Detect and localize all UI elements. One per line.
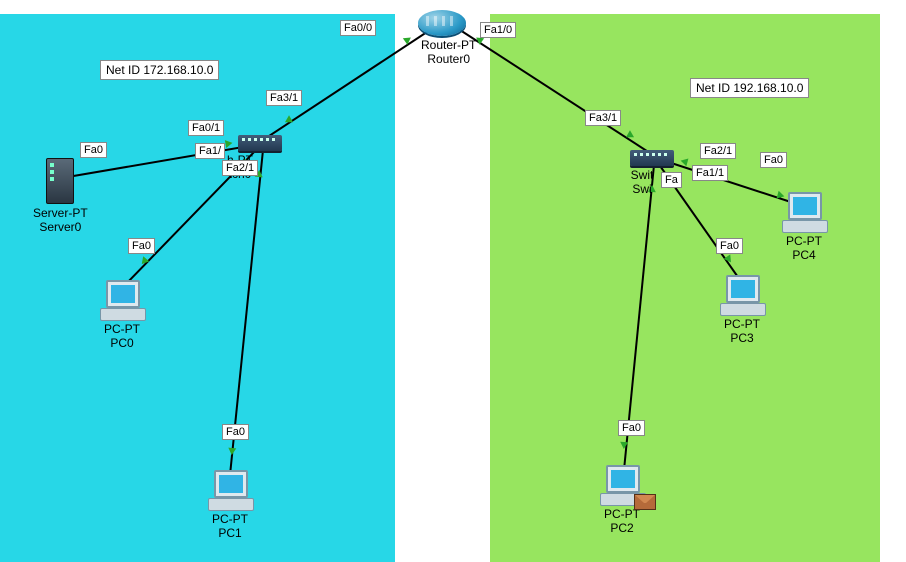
device-label: PC-PT PC4: [783, 234, 825, 264]
pc-icon: [100, 280, 144, 320]
net-zone-right: [490, 14, 880, 562]
device-label: Swit Swi: [628, 168, 657, 198]
link-status-icon: [225, 139, 233, 148]
mail-icon: [634, 494, 656, 510]
port-label-pc0-fa0: Fa0: [128, 238, 155, 254]
port-label-pc3-fa0: Fa0: [716, 238, 743, 254]
device-pc0[interactable]: PC-PT PC0: [100, 280, 144, 352]
link-status-icon: [403, 34, 413, 45]
port-label-switch1-fa: Fa: [661, 172, 682, 188]
link-status-icon: [620, 442, 628, 449]
port-label-router0-fa00: Fa0/0: [340, 20, 376, 36]
port-label-switch1-fa31: Fa3/1: [585, 110, 621, 126]
net-zone-left: [0, 14, 395, 562]
device-server0[interactable]: Server-PT Server0: [30, 158, 91, 236]
device-label: PC-PT PC3: [721, 317, 763, 347]
switch-icon: [238, 135, 282, 151]
router-icon: [418, 10, 466, 36]
server-icon: [46, 158, 74, 204]
device-label: PC-PT PC1: [209, 512, 251, 542]
device-label: Router-PT Router0: [418, 38, 479, 68]
net-id-label-right: Net ID 192.168.10.0: [690, 78, 809, 98]
device-pc3[interactable]: PC-PT PC3: [720, 275, 764, 347]
device-router0[interactable]: Router-PT Router0: [418, 10, 479, 68]
port-label-pc1-fa0: Fa0: [222, 424, 249, 440]
device-label: PC-PT PC0: [101, 322, 143, 352]
device-label: Server-PT Server0: [30, 206, 91, 236]
port-label-switch1-fa11: Fa1/1: [692, 165, 728, 181]
pc-icon: [782, 192, 826, 232]
port-label-switch0-fa01: Fa0/1: [188, 120, 224, 136]
port-label-switch0-fa21: Fa2/1: [222, 160, 258, 176]
device-pc1[interactable]: PC-PT PC1: [208, 470, 252, 542]
pc-icon: [720, 275, 764, 315]
port-label-router0-fa10: Fa1/0: [480, 22, 516, 38]
port-label-server0-fa0: Fa0: [80, 142, 107, 158]
port-label-switch0-fa31: Fa3/1: [266, 90, 302, 106]
port-label-pc4-fa0: Fa0: [760, 152, 787, 168]
link-status-icon: [228, 448, 237, 456]
net-id-label-left: Net ID 172.168.10.0: [100, 60, 219, 80]
switch-icon: [630, 150, 674, 166]
device-pc4[interactable]: PC-PT PC4: [782, 192, 826, 264]
port-label-switch1-fa21: Fa2/1: [700, 143, 736, 159]
port-label-switch0-fa11: Fa1/: [195, 143, 225, 159]
pc-icon: [208, 470, 252, 510]
port-label-pc2-fa0: Fa0: [618, 420, 645, 436]
device-label: PC-PT PC2: [601, 507, 643, 537]
